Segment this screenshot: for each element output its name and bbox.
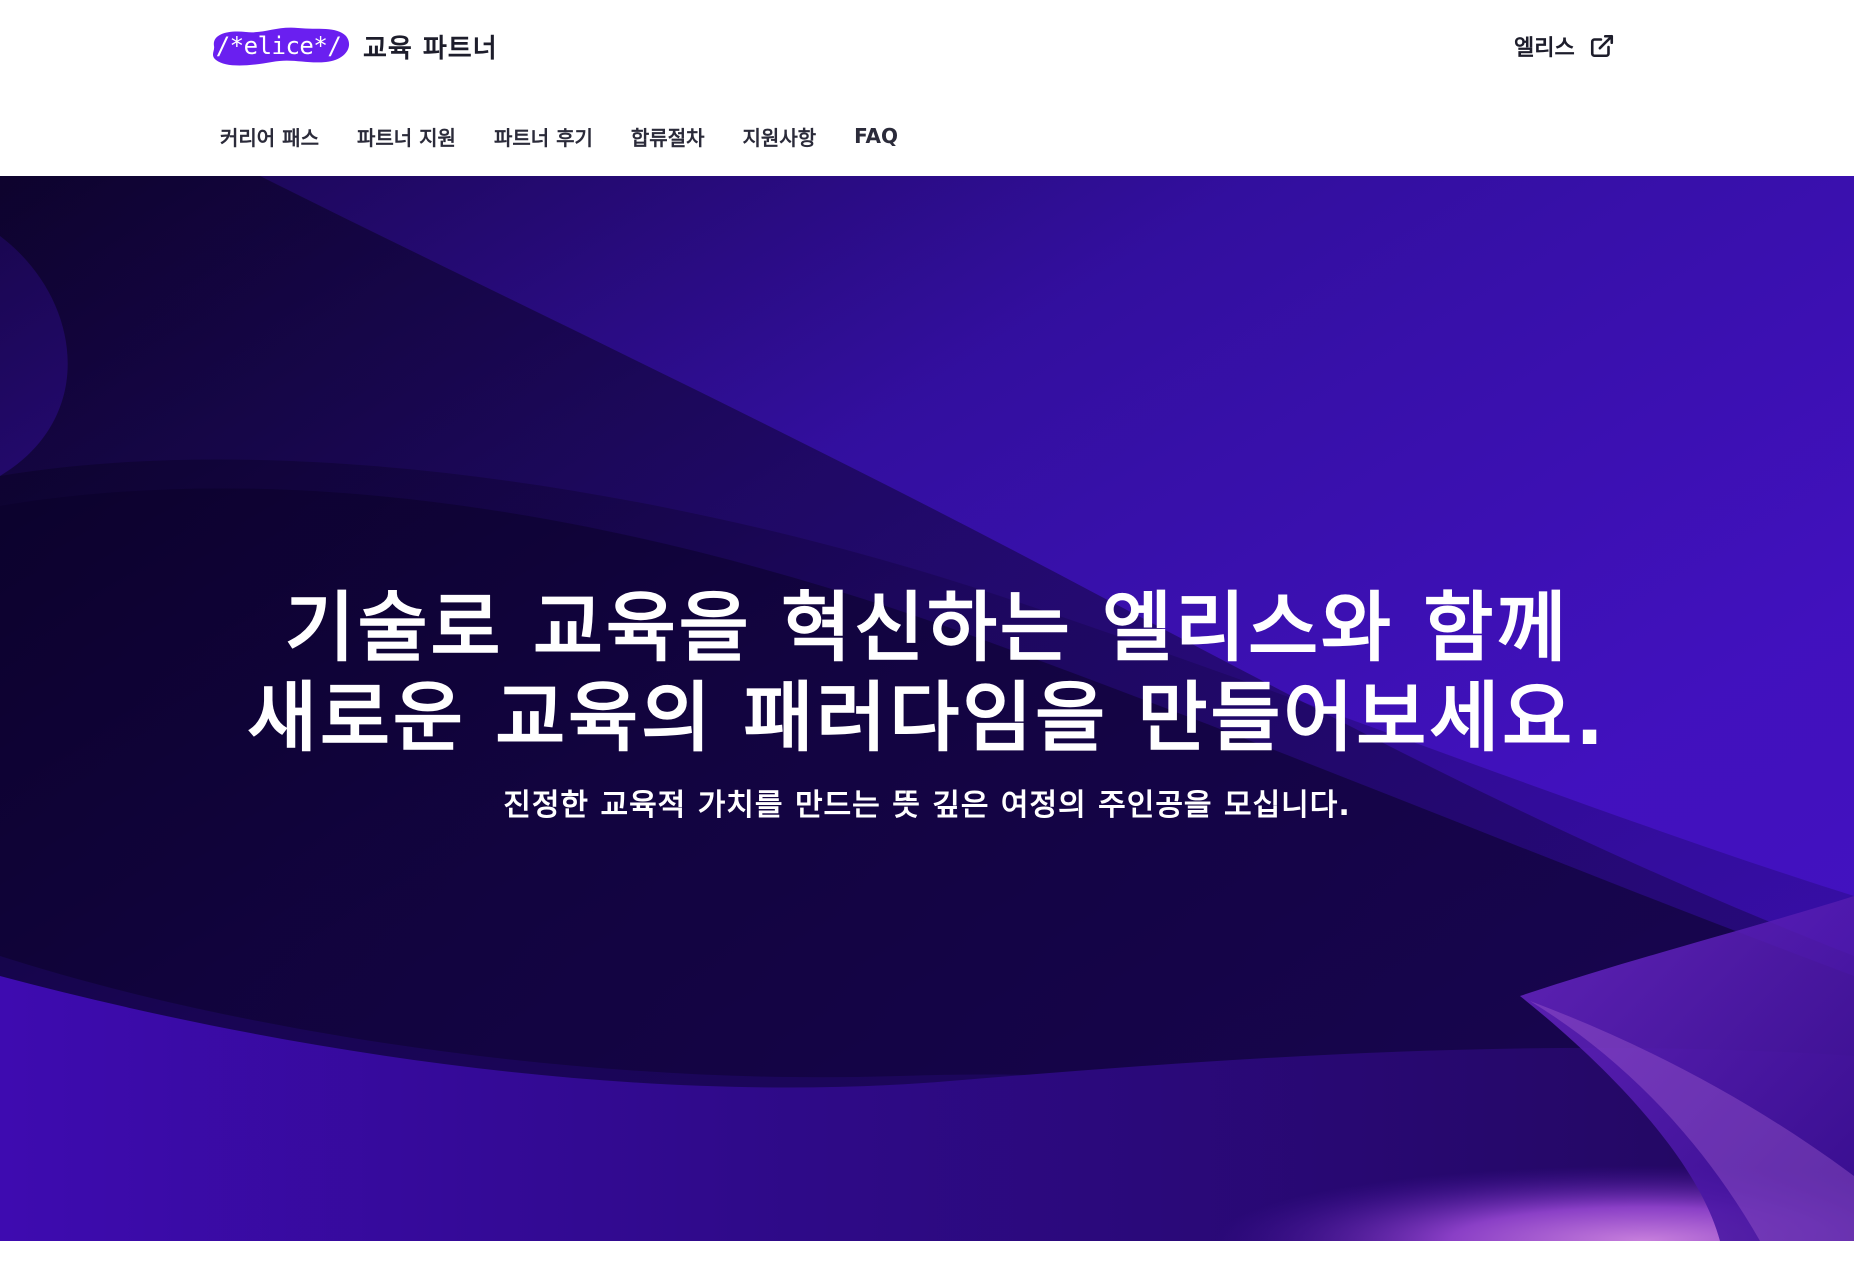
main-nav: 커리어 패스 파트너 지원 파트너 후기 합류절차 지원사항 FAQ [206, 116, 922, 156]
site-header: /*elice*/ 교육 파트너 엘리스 커리어 패스 파트너 지원 파트너 후… [0, 0, 1854, 176]
elice-logo: /*elice*/ [206, 24, 351, 68]
hero-title-line1: 기술로 교육을 혁신하는 엘리스와 함께 [284, 583, 1570, 672]
hero-section: 기술로 교육을 혁신하는 엘리스와 함께 새로운 교육의 패러다임을 만들어보세… [0, 176, 1854, 1241]
nav-item-join-process[interactable]: 합류절차 [617, 122, 719, 151]
nav-item-faq[interactable]: FAQ [840, 124, 912, 148]
hero-content: 기술로 교육을 혁신하는 엘리스와 함께 새로운 교육의 패러다임을 만들어보세… [0, 176, 1854, 1241]
hero-subtitle: 진정한 교육적 가치를 만드는 뜻 깊은 여정의 주인공을 모십니다. [503, 788, 1351, 823]
logo-text: /*elice*/ [215, 32, 342, 60]
brand-home-link[interactable]: /*elice*/ 교육 파트너 [206, 22, 498, 70]
external-link-label: 엘리스 [1514, 36, 1575, 61]
elice-external-link[interactable]: 엘리스 [1514, 28, 1615, 64]
brand-title: 교육 파트너 [363, 33, 498, 64]
external-link-icon [1589, 33, 1615, 59]
page: /*elice*/ 교육 파트너 엘리스 커리어 패스 파트너 지원 파트너 후… [0, 0, 1854, 1281]
nav-item-career-path[interactable]: 커리어 패스 [206, 122, 333, 151]
nav-item-requirements[interactable]: 지원사항 [729, 122, 831, 151]
hero-title-line2: 새로운 교육의 패러다임을 만들어보세요. [247, 673, 1607, 762]
nav-item-partner-apply[interactable]: 파트너 지원 [343, 122, 470, 151]
nav-item-partner-reviews[interactable]: 파트너 후기 [480, 122, 607, 151]
